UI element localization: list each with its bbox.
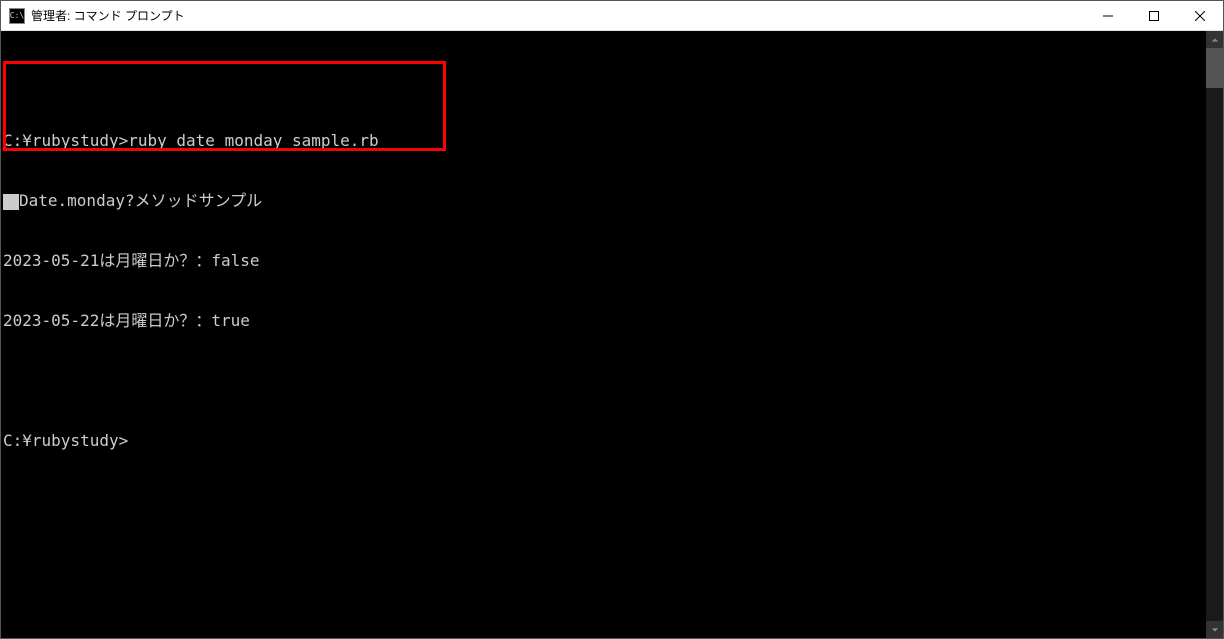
console-line-3: 2023-05-21は月曜日か？：false [1, 251, 1206, 271]
blank-line [1, 71, 1206, 91]
prompt-text: C:¥rubystudy> [3, 131, 128, 150]
minimize-icon [1103, 11, 1113, 21]
console-content[interactable]: C:¥rubystudy>ruby date_monday_sample.rb … [1, 31, 1206, 638]
output-text: 2023-05-21は月曜日か？：false [3, 251, 260, 270]
output-text: Date.monday?メソッドサンプル [19, 191, 262, 210]
close-button[interactable] [1177, 1, 1223, 30]
console-area: C:¥rubystudy>ruby date_monday_sample.rb … [1, 31, 1223, 638]
scroll-track[interactable] [1206, 48, 1223, 621]
chevron-up-icon [1211, 36, 1219, 44]
minimize-button[interactable] [1085, 1, 1131, 30]
square-marker-icon [3, 194, 19, 210]
command-prompt-window: C:\ 管理者: コマンド プロンプト [0, 0, 1224, 639]
scroll-thumb[interactable] [1206, 48, 1223, 88]
titlebar[interactable]: C:\ 管理者: コマンド プロンプト [1, 1, 1223, 31]
scroll-up-button[interactable] [1206, 31, 1223, 48]
console-line-4: 2023-05-22は月曜日か？：true [1, 311, 1206, 331]
titlebar-left: C:\ 管理者: コマンド プロンプト [9, 7, 185, 24]
console-line-5: C:¥rubystudy> [1, 431, 1206, 451]
window-controls [1085, 1, 1223, 30]
maximize-button[interactable] [1131, 1, 1177, 30]
cmd-icon: C:\ [9, 8, 25, 24]
console-line-2: Date.monday?メソッドサンプル [1, 191, 1206, 211]
blank-line [1, 371, 1206, 391]
window-title: 管理者: コマンド プロンプト [31, 7, 185, 24]
maximize-icon [1149, 11, 1159, 21]
prompt-text: C:¥rubystudy> [3, 431, 128, 450]
command-text: ruby date_monday_sample.rb [128, 131, 378, 150]
scroll-down-button[interactable] [1206, 621, 1223, 638]
close-icon [1195, 11, 1205, 21]
console-line-1: C:¥rubystudy>ruby date_monday_sample.rb [1, 131, 1206, 151]
chevron-down-icon [1211, 626, 1219, 634]
vertical-scrollbar[interactable] [1206, 31, 1223, 638]
output-text: 2023-05-22は月曜日か？：true [3, 311, 250, 330]
